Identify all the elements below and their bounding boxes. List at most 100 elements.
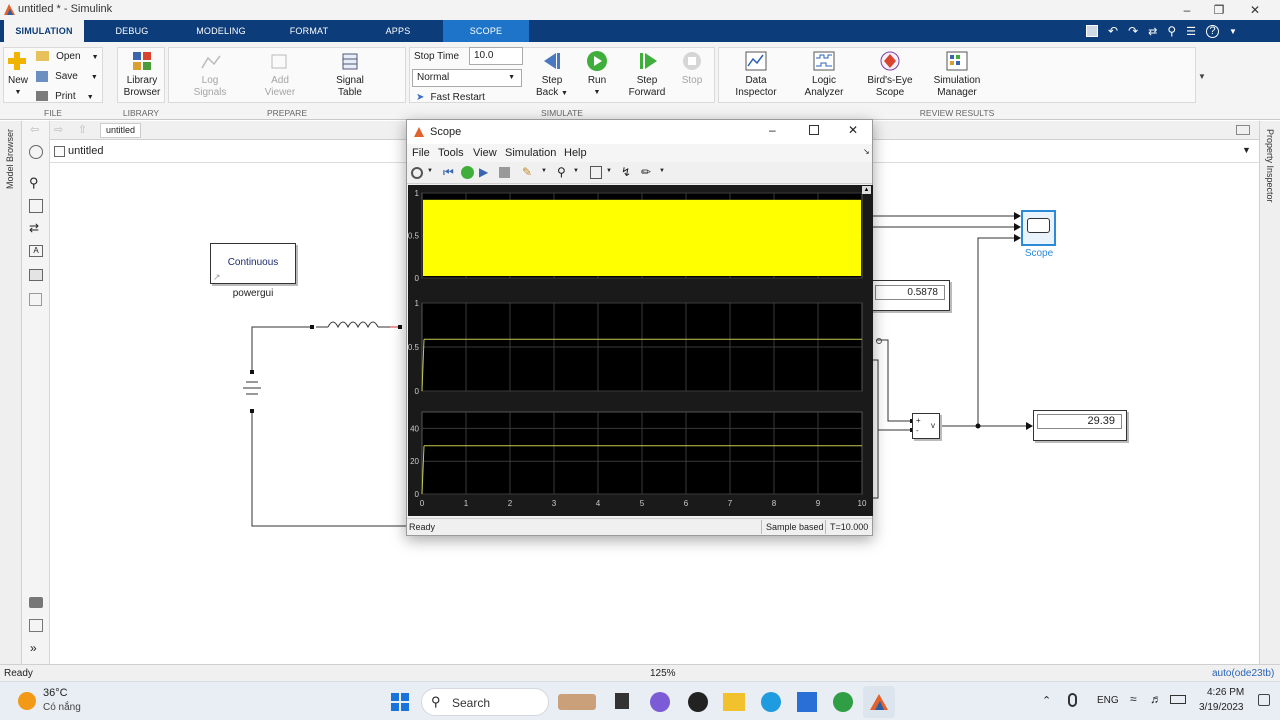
microphone-icon[interactable] xyxy=(1068,693,1077,707)
clock-time[interactable]: 4:26 PM xyxy=(1207,687,1244,698)
measurements-dropdown-icon[interactable]: ▼ xyxy=(659,168,665,174)
highlight-dropdown-icon[interactable]: ▼ xyxy=(541,168,547,174)
scope-close-button[interactable]: ✕ xyxy=(848,123,858,137)
y-tick-label: 0 xyxy=(415,274,420,283)
clock-date[interactable]: 3/19/2023 xyxy=(1199,702,1244,713)
x-tick-label: 6 xyxy=(684,499,689,508)
x-tick-label: 3 xyxy=(552,499,557,508)
edge-app-icon[interactable] xyxy=(761,692,781,712)
display-block-2[interactable]: 29.39 xyxy=(1033,410,1127,441)
battery-icon[interactable] xyxy=(1170,695,1186,704)
store-app-icon[interactable] xyxy=(797,692,817,712)
autoscale-dropdown-icon[interactable]: ▼ xyxy=(606,168,612,174)
settings-dropdown-icon[interactable]: ▼ xyxy=(427,168,433,174)
taskview-app-icon[interactable] xyxy=(615,693,629,709)
taskbar-search-icon: ⚲ xyxy=(431,694,441,709)
scope-menu-bar: File Tools View Simulation Help ↘ xyxy=(407,144,872,162)
weather-desc[interactable]: Có nắng xyxy=(43,702,81,713)
wifi-icon[interactable]: ≈ xyxy=(1130,692,1137,706)
scope-sim-time: T=10.000 xyxy=(825,520,872,534)
x-tick-label: 4 xyxy=(596,499,601,508)
powergui-label: powergui xyxy=(232,288,274,299)
scope-menu-simulation[interactable]: Simulation xyxy=(505,147,556,159)
y-tick-label: 0 xyxy=(415,490,420,499)
dock-icon[interactable]: ↘ xyxy=(863,147,870,156)
scope-run-icon[interactable] xyxy=(461,166,474,179)
x-tick-label: 9 xyxy=(816,499,821,508)
scope-minimize-button[interactable]: – xyxy=(769,123,776,137)
scope-menu-help[interactable]: Help xyxy=(564,147,587,159)
x-tick-label: 10 xyxy=(858,499,867,508)
folder-app-icon[interactable] xyxy=(723,693,745,711)
teams-app-icon[interactable] xyxy=(650,692,670,712)
y-tick-label: 20 xyxy=(410,457,419,466)
media-app-icon[interactable] xyxy=(688,692,708,712)
zoom-in-icon[interactable]: ⚲ xyxy=(557,165,566,179)
autoscale-icon[interactable] xyxy=(590,166,602,179)
settings-icon[interactable] xyxy=(411,167,423,179)
scope-maximize-button[interactable] xyxy=(809,125,819,135)
scope-window-title: Scope xyxy=(430,126,462,138)
scope-menu-file[interactable]: File xyxy=(412,147,430,159)
scope-step-forward-icon[interactable]: ▶ xyxy=(479,165,488,179)
windows-start-icon[interactable] xyxy=(390,692,410,712)
solver-link[interactable]: auto(ode23tb) xyxy=(1212,668,1274,679)
scope-sample-mode: Sample based xyxy=(761,520,828,534)
y-tick-label: 0 xyxy=(415,387,420,396)
x-tick-label: 7 xyxy=(728,499,733,508)
measurements-icon[interactable]: ✏ xyxy=(641,165,651,179)
highlight-icon[interactable]: ✎ xyxy=(522,165,532,179)
scope-status-text: Ready xyxy=(409,522,436,532)
display-value-1: 0.5878 xyxy=(875,285,945,300)
scope-status-bar: Ready Sample based T=10.000 xyxy=(407,518,872,535)
taskbar: 36°C Có nắng ⚲ Search ⌃ ENG ≈ ♬ 4:26 PM … xyxy=(0,681,1280,720)
scope-screen-icon xyxy=(1027,218,1050,233)
signal-fill xyxy=(423,199,861,276)
zoom-dropdown-icon[interactable]: ▼ xyxy=(573,168,579,174)
scope-stop-icon[interactable] xyxy=(499,167,510,178)
x-tick-label: 2 xyxy=(508,499,513,508)
voltage-measurement-block[interactable]: + - v xyxy=(912,413,940,439)
file-explorer-app-icon[interactable] xyxy=(558,694,596,710)
scope-step-back-icon[interactable]: ⏮ xyxy=(443,165,454,180)
matlab-logo-icon xyxy=(414,127,424,137)
collapse-icon[interactable]: ▲ xyxy=(862,186,871,194)
scope-window[interactable]: Scope – ✕ File Tools View Simulation Hel… xyxy=(406,119,873,536)
powergui-text: Continuous xyxy=(227,257,279,268)
status-text: Ready xyxy=(4,668,33,679)
powergui-block[interactable]: Continuous ↗ xyxy=(210,243,296,284)
scope-menu-tools[interactable]: Tools xyxy=(438,147,464,159)
scope-plots-svg: 10.5010.50402000 1 2 3 4 5 6 7 8 9 10 xyxy=(408,189,867,508)
x-tick-label: 0 xyxy=(420,499,425,508)
scope-title-bar: Scope – ✕ xyxy=(407,120,872,144)
notification-icon[interactable] xyxy=(1258,694,1270,706)
zoom-level[interactable]: 125% xyxy=(650,668,676,679)
volume-icon[interactable]: ♬ xyxy=(1150,692,1162,706)
y-tick-label: 0.5 xyxy=(408,232,420,241)
weather-sun-icon[interactable] xyxy=(18,692,36,710)
chrome-app-icon[interactable] xyxy=(833,692,853,712)
x-tick-label: 5 xyxy=(640,499,645,508)
x-tick-label: 1 xyxy=(464,499,469,508)
scope-plot-area[interactable]: 1 0.5 0 1 0.5 0 40 20 0 0 1 2 3 4 5 6 7 8 9 10 ▲ xyxy=(408,185,873,516)
scope-block[interactable] xyxy=(1021,210,1056,246)
taskbar-search[interactable]: ⚲ Search xyxy=(421,688,549,716)
vm-plus-label: + xyxy=(916,416,921,425)
y-tick-label: 0.5 xyxy=(408,343,420,352)
tray-chevron-icon[interactable]: ⌃ xyxy=(1042,694,1051,707)
weather-temp[interactable]: 36°C xyxy=(43,687,68,699)
matlab-app-icon xyxy=(870,694,888,710)
display-value-2: 29.39 xyxy=(1037,414,1122,429)
matlab-app-button[interactable] xyxy=(863,686,895,718)
display-block-1[interactable]: 0.5878 xyxy=(870,280,950,311)
scope-menu-view[interactable]: View xyxy=(473,147,497,159)
y-tick-label: 1 xyxy=(415,189,420,198)
scope-toolbar: ▼ ⏮ ▶ ✎ ▼ ⚲ ▼ ▼ ↯ ✏ ▼ xyxy=(407,162,872,184)
scope-block-label: Scope xyxy=(1024,248,1054,259)
taskbar-search-label: Search xyxy=(452,696,491,710)
y-tick-label: 40 xyxy=(410,424,419,433)
vm-v-label: v xyxy=(931,421,935,430)
link-icon: ↗ xyxy=(213,272,221,282)
language-indicator[interactable]: ENG xyxy=(1097,695,1119,706)
triggers-icon[interactable]: ↯ xyxy=(621,165,631,179)
